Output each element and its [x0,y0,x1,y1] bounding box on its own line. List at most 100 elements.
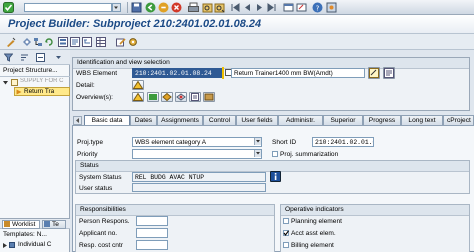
title-bar: Project Builder: Subproject 210:2401.02.… [0,15,474,34]
save-icon[interactable] [131,2,142,13]
other-object-icon[interactable] [22,37,32,47]
individual-expand-icon[interactable] [2,242,8,249]
milestone-icon [162,93,172,101]
settings-icon[interactable] [128,37,138,47]
find-icon[interactable] [202,2,213,13]
proj-summarization-checkbox[interactable] [272,151,278,157]
short-id-label: Short ID [272,139,297,146]
first-page-icon[interactable] [230,2,241,13]
overview-documents-button[interactable] [189,92,201,102]
planning-element-label: Planning element [291,218,342,225]
text-cursor [222,67,224,79]
more-icon[interactable] [54,53,63,62]
warning-icon-2 [133,93,143,101]
tree-expand-icon[interactable] [2,79,9,86]
warning-icon [133,81,143,89]
long-text-button[interactable] [383,67,395,79]
planning-element-checkbox[interactable] [283,218,289,224]
layout-menu-icon[interactable] [326,2,337,13]
edit-pencil-icon[interactable] [116,37,126,47]
tree-item-selected-label: Return Tra [24,88,55,95]
tree-header: Project Structure... [3,67,58,74]
hierarchy-icon[interactable] [33,37,43,47]
proj-type-select[interactable]: WBS element category A [132,137,262,147]
cancel-icon[interactable] [171,2,182,13]
collapse-icon[interactable] [36,53,45,62]
new-session-icon[interactable] [283,2,294,13]
sap-toolbar: ? [0,0,474,15]
tree-divider [0,76,70,77]
tab-superior[interactable]: Superior [323,115,363,125]
tree-item-selected[interactable]: Return Tra [14,87,70,96]
edit-note-icon [369,68,379,78]
priority-label: Priority [77,151,98,158]
structure-icon[interactable] [58,37,68,47]
edit-description-button[interactable] [368,67,380,79]
tab-progress[interactable]: Progress [363,115,401,125]
proj-summarization-label: Proj. summarization [280,151,339,158]
command-history-icon[interactable] [112,3,121,12]
overview-activities-button[interactable] [147,92,159,102]
short-id-field[interactable]: 210:2401.02.01.0 [312,137,374,147]
acct-asst-element-label: Acct asst elem. [291,230,336,237]
wbs-element-field[interactable]: 210:2401.02.01.08.24 [132,68,222,78]
prev-page-icon[interactable] [242,2,253,13]
overview-warning-button[interactable] [132,92,144,102]
acct-asst-element-checkbox[interactable] [283,230,289,236]
sort-icon[interactable] [20,53,29,62]
material-icon [204,93,214,101]
responsibilities-title: Responsibilities [76,205,274,216]
overview-milestones-button[interactable] [161,92,173,102]
shortcut-icon[interactable] [296,2,307,13]
enter-check-icon[interactable] [3,2,14,13]
copy-structure-icon[interactable] [70,37,80,47]
filter-icon[interactable] [4,53,13,62]
display-change-icon[interactable] [6,37,16,47]
help-icon[interactable]: ? [312,2,323,13]
tab-worklist[interactable]: Worklist [2,220,40,229]
back-icon[interactable] [145,2,156,13]
tab-templates-label: Te [52,221,59,228]
page-title: Project Builder: Subproject 210:2401.02.… [8,18,262,30]
toolbar-separator [127,2,128,13]
find-next-icon[interactable] [214,2,225,13]
person-responsible-label: Person Respons. [79,218,130,225]
tab-cproject[interactable]: cProject [443,115,474,125]
overview-network-button[interactable] [175,92,187,102]
tab-dates[interactable]: Dates [130,115,157,125]
expand-icon[interactable] [82,37,92,47]
resp-cost-center-field[interactable] [136,240,168,250]
last-page-icon[interactable] [266,2,277,13]
refresh-icon[interactable] [44,37,54,47]
command-field[interactable] [24,3,112,12]
tree-item-root[interactable]: SUPPLY FOR C [2,78,68,87]
next-page-icon[interactable] [254,2,265,13]
application-toolbar [0,34,474,50]
priority-select[interactable] [132,149,262,159]
exit-icon[interactable] [158,2,169,13]
detail-label: Detail: [76,82,95,89]
billing-element-checkbox[interactable] [283,242,289,248]
tab-templates[interactable]: Te [42,220,66,229]
overview-materials-button[interactable] [203,92,215,102]
tab-scroll-left-icon[interactable] [73,116,82,125]
print-icon[interactable] [188,2,199,13]
detail-warning-button[interactable] [132,80,144,90]
person-responsible-field[interactable] [136,216,168,226]
table-icon[interactable] [96,37,106,47]
worklist-icon [4,221,10,227]
tab-administration[interactable]: Administr. [278,115,323,125]
applicant-no-field[interactable] [136,228,168,238]
tab-user-fields[interactable]: User fields [236,115,278,125]
tab-control[interactable]: Control [203,115,236,125]
wbs-description-field[interactable]: Return Trainer1400 mm BW(Amdt) [231,68,365,78]
priority-dropdown-icon[interactable] [254,150,261,157]
tab-assignments[interactable]: Assignments [157,115,203,125]
info-icon [274,173,277,180]
status-info-button[interactable] [270,171,281,182]
proj-type-dropdown-icon[interactable] [254,138,261,145]
tab-long-text[interactable]: Long text [401,115,443,125]
proj-type-label: Proj.type [77,139,104,146]
templates-icon [44,221,50,227]
individual-item[interactable]: Individual C [2,241,68,250]
